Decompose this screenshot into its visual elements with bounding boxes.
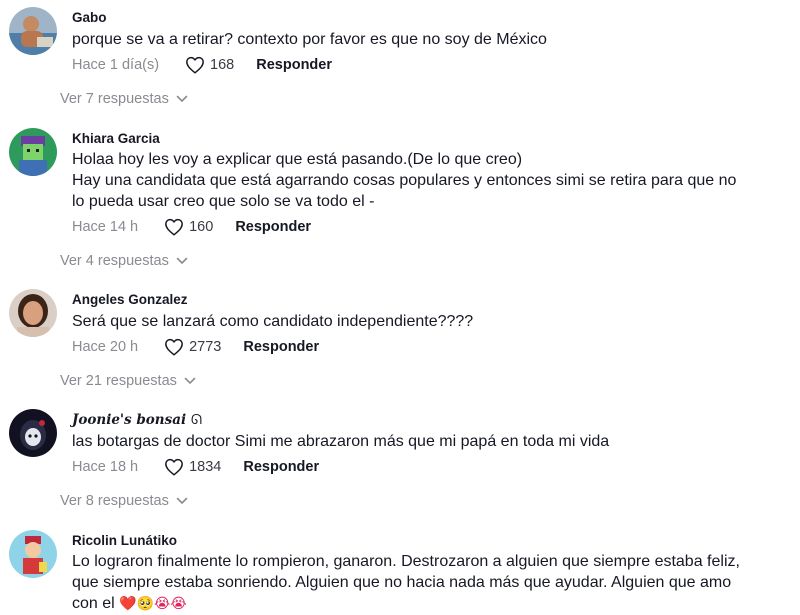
view-replies-button[interactable]: Ver 7 respuestas	[60, 91, 188, 107]
reply-button[interactable]: Responder	[243, 339, 319, 355]
reply-button[interactable]: Responder	[243, 459, 319, 475]
comment-emojis: ❤️🥺😭😭	[119, 596, 187, 612]
avatar[interactable]	[9, 128, 57, 176]
like-count: 2773	[189, 339, 222, 355]
like-button[interactable]: 168	[185, 56, 234, 74]
like-button[interactable]: 2773	[164, 338, 221, 356]
like-button[interactable]: 1834	[164, 458, 221, 476]
username[interactable]: Khiara Garcia	[72, 131, 160, 146]
comment-text: porque se va a retirar? contexto por fav…	[72, 31, 547, 48]
view-replies-label: Ver 4 respuestas	[60, 253, 169, 269]
heart-outline-icon	[165, 338, 184, 356]
like-count: 168	[210, 57, 235, 73]
view-replies-button[interactable]: Ver 21 respuestas	[60, 373, 196, 389]
chevron-down-icon	[176, 257, 188, 265]
chevron-down-icon	[176, 497, 188, 505]
chevron-down-icon	[176, 95, 188, 103]
username[interactable]: Gabo	[72, 10, 107, 25]
like-button[interactable]: 160	[164, 218, 213, 236]
view-replies-label: Ver 8 respuestas	[60, 493, 169, 509]
comment-text: Lo lograron finalmente lo rompieron, gan…	[72, 551, 772, 615]
heart-outline-icon	[186, 56, 204, 74]
timestamp: Hace 1 día(s)	[72, 57, 160, 73]
view-replies-label: Ver 21 respuestas	[60, 373, 177, 389]
heart-outline-icon	[165, 458, 184, 476]
username[interactable]: Ricolin Lunátiko	[72, 533, 177, 548]
avatar[interactable]	[9, 7, 57, 55]
like-count: 160	[189, 219, 214, 235]
username-suffix: ᘏ	[190, 412, 203, 428]
avatar[interactable]	[9, 289, 57, 337]
comment-meta: Hace 14 h 160 Responder	[72, 217, 311, 237]
comment-meta: Hace 20 h 2773 Responder	[72, 337, 319, 357]
comment-text: Holaa hoy les voy a explicar que está pa…	[72, 151, 737, 210]
timestamp: Hace 14 h	[72, 219, 139, 235]
timestamp: Hace 20 h	[72, 339, 139, 355]
view-replies-button[interactable]: Ver 8 respuestas	[60, 493, 188, 509]
chevron-down-icon	[184, 377, 196, 385]
username[interactable]: Angeles Gonzalez	[72, 292, 188, 307]
like-count: 1834	[189, 459, 222, 475]
comment-meta: Hace 1 día(s) 168 Responder	[72, 55, 332, 75]
comment-text: Será que se lanzará como candidato indep…	[72, 313, 474, 330]
reply-button[interactable]: Responder	[256, 57, 332, 73]
timestamp: Hace 18 h	[72, 459, 139, 475]
comment-text: las botargas de doctor Simi me abrazaron…	[72, 433, 610, 450]
avatar[interactable]	[9, 530, 57, 578]
username[interactable]: Joonie's bonsai ᘏ	[72, 412, 202, 428]
heart-outline-icon	[165, 218, 184, 236]
view-replies-button[interactable]: Ver 4 respuestas	[60, 253, 188, 269]
username-text: Joonie's bonsai	[72, 412, 187, 428]
view-replies-label: Ver 7 respuestas	[60, 91, 169, 107]
reply-button[interactable]: Responder	[235, 219, 311, 235]
comment-meta: Hace 18 h 1834 Responder	[72, 457, 319, 477]
avatar[interactable]	[9, 409, 57, 457]
